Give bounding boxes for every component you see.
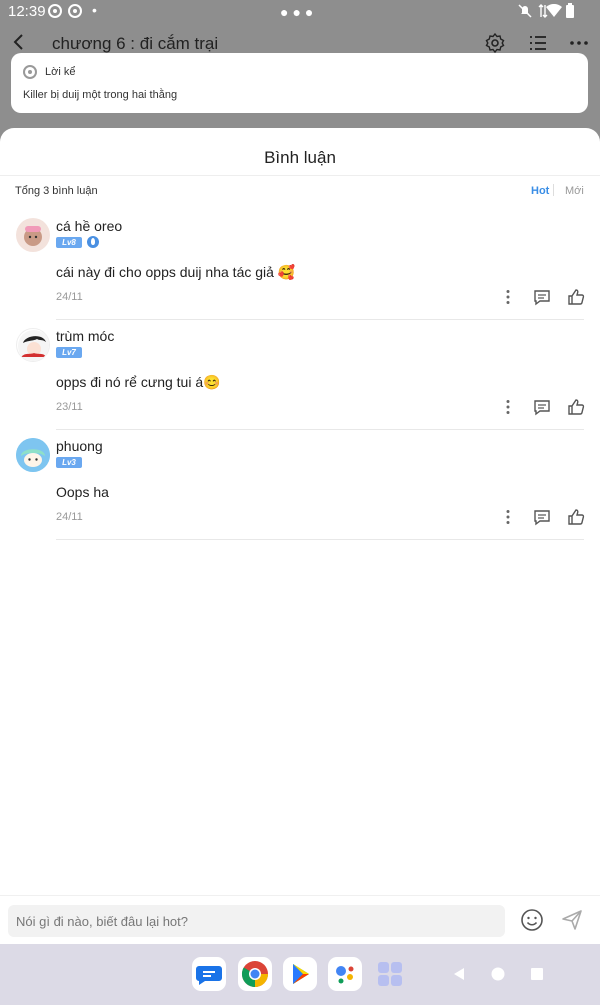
dot-icon: •	[92, 2, 97, 18]
notification-icon	[48, 4, 62, 18]
reply-icon[interactable]	[533, 288, 551, 306]
drop-badge-icon	[87, 236, 99, 248]
comment-divider	[56, 429, 584, 430]
comment-date: 24/11	[56, 511, 83, 523]
chapter-title: chương 6 : đi cắm trại	[52, 34, 219, 53]
emoji-icon[interactable]	[520, 908, 544, 932]
level-badge: Lv8	[56, 237, 82, 248]
wifi-icon	[546, 4, 562, 17]
sort-new-tab[interactable]: Mới	[565, 185, 584, 197]
narration-icon	[23, 65, 37, 79]
comments-sheet: Bình luận Tổng 3 bình luận Hot Mới cá hề…	[0, 128, 600, 944]
app-drawer-icon[interactable]	[373, 957, 407, 991]
comment-count: Tổng 3 bình luận	[15, 185, 98, 197]
nav-back-icon[interactable]	[451, 966, 467, 982]
reply-icon[interactable]	[533, 398, 551, 416]
sheet-title: Bình luận	[264, 148, 336, 167]
narration-label: Lời kể	[45, 66, 76, 78]
comment-author[interactable]: phuong	[56, 438, 103, 454]
comment-date: 24/11	[56, 291, 83, 303]
nav-home-icon[interactable]	[490, 966, 506, 982]
comment-divider	[56, 539, 584, 540]
comment-text: Oops ha	[56, 484, 109, 500]
battery-icon	[566, 3, 574, 18]
narration-text: Killer bị duij một trong hai thằng	[23, 89, 178, 101]
narration-card: Lời kể Killer bị duij một trong hai thằn…	[11, 53, 588, 113]
assistant-app-icon[interactable]	[328, 957, 362, 991]
comment-item: trùm móc Lv7 opps đi nó rể cưng tui á😊 2…	[0, 324, 600, 434]
comment-text: cái này đi cho opps duij nha tác giả 🥰	[56, 264, 296, 280]
system-nav-bar	[0, 944, 600, 1005]
level-badge: Lv3	[56, 457, 82, 468]
comment-item: cá hề oreo Lv8 cái này đi cho opps duij …	[0, 214, 600, 324]
comment-date: 23/11	[56, 401, 83, 413]
comment-author[interactable]: cá hề oreo	[56, 218, 122, 234]
like-thumb-icon[interactable]	[567, 288, 585, 306]
more-vertical-icon[interactable]	[499, 288, 517, 306]
chapter-list-icon[interactable]	[527, 32, 549, 54]
mute-icon	[518, 4, 532, 18]
avatar[interactable]	[16, 328, 50, 362]
comment-input-placeholder: Nói gì đi nào, biết đâu lại hot?	[16, 914, 189, 929]
like-thumb-icon[interactable]	[567, 508, 585, 526]
sort-separator	[553, 184, 554, 196]
messages-app-icon[interactable]	[192, 957, 226, 991]
comment-input[interactable]: Nói gì đi nào, biết đâu lại hot?	[8, 905, 505, 937]
comment-item: phuong Lv3 Oops ha 24/11	[0, 434, 600, 544]
sort-hot-tab[interactable]: Hot	[531, 185, 549, 197]
camera-dots-icon: ●●●	[280, 4, 318, 20]
more-vertical-icon[interactable]	[499, 508, 517, 526]
status-bar: 12:39 • ●●●	[0, 0, 600, 24]
avatar[interactable]	[16, 218, 50, 252]
back-arrow-icon[interactable]	[8, 30, 32, 54]
chrome-app-icon[interactable]	[238, 957, 272, 991]
notification-icon-2	[68, 4, 82, 18]
settings-gear-icon[interactable]	[484, 32, 506, 54]
comment-text: opps đi nó rể cưng tui á😊	[56, 374, 221, 390]
divider	[0, 175, 600, 176]
more-options-icon[interactable]	[568, 32, 590, 54]
like-thumb-icon[interactable]	[567, 398, 585, 416]
comment-input-bar: Nói gì đi nào, biết đâu lại hot?	[0, 895, 600, 945]
nav-recents-icon[interactable]	[529, 966, 545, 982]
play-store-app-icon[interactable]	[283, 957, 317, 991]
comment-divider	[56, 319, 584, 320]
status-time: 12:39	[8, 3, 46, 20]
level-badge: Lv7	[56, 347, 82, 358]
reply-icon[interactable]	[533, 508, 551, 526]
more-vertical-icon[interactable]	[499, 398, 517, 416]
avatar[interactable]	[16, 438, 50, 472]
comment-author[interactable]: trùm móc	[56, 328, 114, 344]
send-icon[interactable]	[560, 908, 584, 932]
